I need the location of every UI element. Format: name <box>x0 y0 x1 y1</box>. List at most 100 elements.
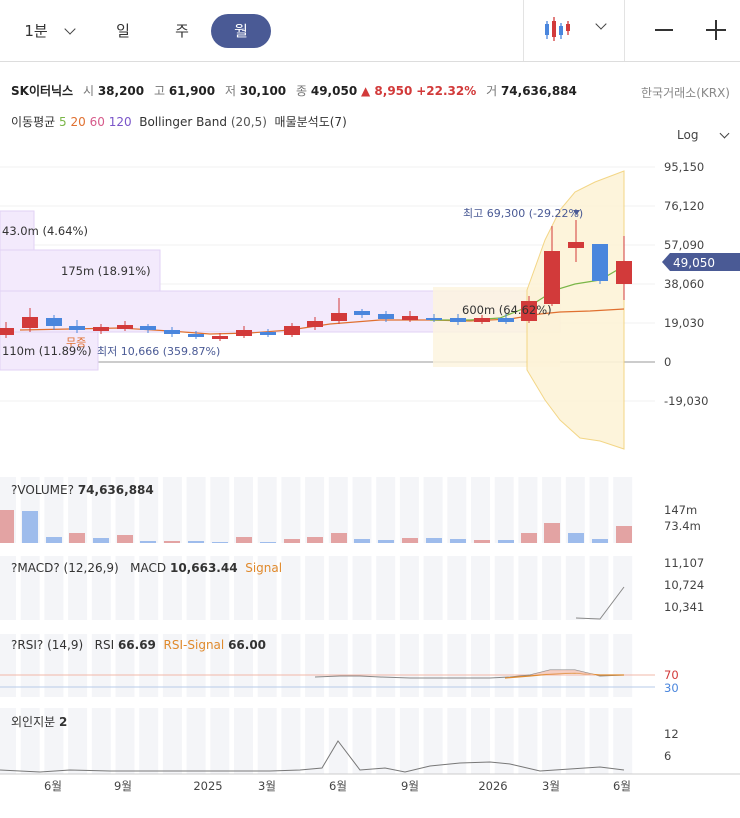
panel-stripe <box>305 477 325 543</box>
macd-label: MACD <box>130 561 167 575</box>
panel-stripe <box>471 477 490 543</box>
panel-stripe <box>518 708 538 774</box>
rsi-axis-70: 70 <box>664 668 679 682</box>
panel-stripe <box>494 556 514 620</box>
panel-background-stripes <box>0 477 633 774</box>
macd-signal-label: Signal <box>245 561 283 575</box>
candle <box>402 316 418 320</box>
high-annotation: 최고 69,300 (-29.22%) <box>463 207 583 220</box>
time-axis-label: 2025 <box>193 779 222 793</box>
time-axis-label: 6월 <box>613 779 631 793</box>
rsi-signal-label: RSI-Signal <box>163 638 225 652</box>
rsi-panel-title[interactable]: ?RSI? (14,9) RSI 66.69 RSI-Signal 66.00 <box>11 638 266 652</box>
macd-panel-title[interactable]: ?MACD? (12,26,9) MACD 10,663.44 Signal <box>11 561 282 575</box>
volume-bar <box>93 538 109 543</box>
price-axis-label: -19,030 <box>664 394 708 408</box>
volume-bar <box>354 539 370 543</box>
panel-stripe <box>589 556 609 620</box>
time-axis-label: 3월 <box>542 779 560 793</box>
volume-bar <box>426 538 442 543</box>
candle <box>93 327 109 331</box>
panel-stripe <box>281 556 301 620</box>
macd-value: 10,663.44 <box>169 561 238 575</box>
panel-stripe <box>352 477 372 543</box>
price-axis-label: 19,030 <box>664 316 704 330</box>
panel-stripe <box>447 477 467 543</box>
candle <box>544 251 560 304</box>
macd-title: ?MACD? <box>11 561 60 575</box>
volume-bar <box>117 535 133 543</box>
panel-stripe <box>257 477 277 543</box>
candle <box>592 244 608 281</box>
panel-stripe <box>305 556 325 620</box>
panel-stripe <box>494 634 514 697</box>
panel-stripe <box>328 556 348 620</box>
panel-stripe <box>447 634 467 697</box>
candle <box>188 334 204 337</box>
volume-bar <box>616 526 632 543</box>
panel-stripe <box>399 708 419 774</box>
volume-bar <box>236 537 252 543</box>
volume-axis-label: 147m <box>664 503 697 517</box>
panel-stripe <box>423 556 443 620</box>
panel-stripe <box>471 634 490 697</box>
panel-stripe <box>565 634 585 697</box>
candle <box>0 328 14 335</box>
candle <box>474 318 490 322</box>
panel-stripe <box>91 708 111 774</box>
rsi-axis-30: 30 <box>664 681 679 695</box>
panel-stripe <box>68 708 88 774</box>
candle <box>568 242 584 248</box>
price-axis-label: 57,090 <box>664 238 704 252</box>
candle <box>164 330 180 334</box>
panel-stripe <box>376 708 396 774</box>
candle <box>378 314 394 319</box>
panel-stripe <box>565 556 585 620</box>
candle <box>331 313 347 321</box>
candle <box>140 326 156 330</box>
panel-stripe <box>305 634 325 697</box>
panel-stripe <box>447 556 467 620</box>
time-axis-label: 3월 <box>258 779 276 793</box>
macd-axis-label: 10,341 <box>664 600 704 614</box>
volume-bar <box>402 538 418 543</box>
panel-stripe <box>186 708 206 774</box>
panel-stripe <box>234 477 253 543</box>
panel-stripe <box>257 708 277 774</box>
candle <box>260 332 276 335</box>
volume-panel-title[interactable]: ?VOLUME? 74,636,884 <box>11 483 154 497</box>
price-axis-label: 0 <box>664 355 671 369</box>
volume-bar <box>544 523 560 543</box>
panel-stripe <box>234 708 253 774</box>
volume-bar <box>22 511 38 543</box>
panel-stripe <box>328 634 348 697</box>
panel-stripe <box>352 556 372 620</box>
foreign-title: 외인지분 <box>11 715 56 729</box>
time-axis-label: 6월 <box>329 779 347 793</box>
time-axis-label: 2026 <box>478 779 507 793</box>
candle <box>426 318 442 320</box>
panel-stripe <box>423 477 443 543</box>
panel-stripe <box>399 556 419 620</box>
volume-bar <box>307 537 323 543</box>
price-chart[interactable]: 95,150 76,120 57,090 38,060 19,030 0 -19,030 4… <box>0 0 740 818</box>
rsi-value: 66.69 <box>117 638 156 652</box>
current-price: 49,050 <box>673 256 715 270</box>
panel-stripe <box>115 708 135 774</box>
candle <box>22 317 38 328</box>
panel-stripe <box>589 477 609 543</box>
candle <box>69 326 85 330</box>
volume-panel-value: 74,636,884 <box>77 483 154 497</box>
panel-stripe <box>162 477 182 543</box>
volume-bar <box>0 510 14 543</box>
panel-stripe <box>423 708 443 774</box>
volume-bar <box>521 533 537 543</box>
volume-bar <box>69 533 85 543</box>
volume-bar <box>474 540 490 543</box>
candle <box>212 336 228 339</box>
foreign-panel-title[interactable]: 외인지분 2 <box>11 713 67 730</box>
panel-stripe <box>589 634 609 697</box>
candle <box>354 311 370 315</box>
foreign-axis-label: 6 <box>664 749 671 763</box>
candle <box>616 261 632 284</box>
